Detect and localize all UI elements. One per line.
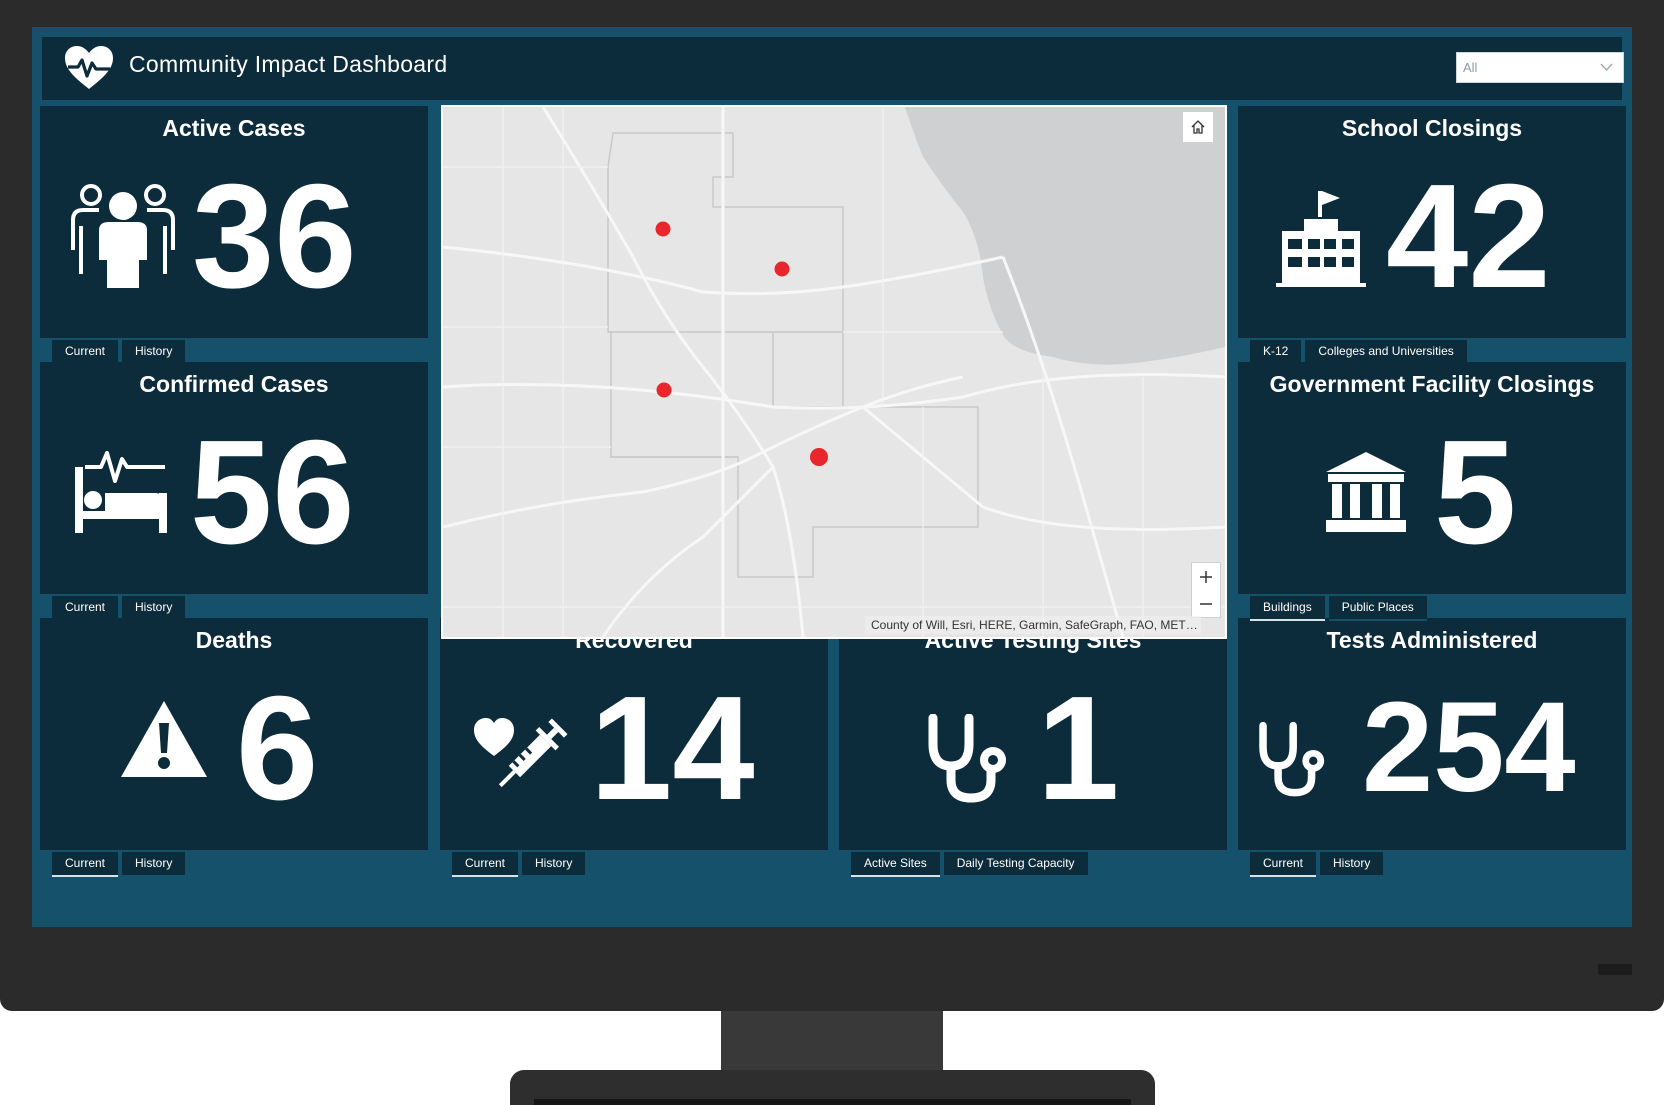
monitor-stand-neck <box>721 1011 943 1071</box>
map-view[interactable]: County of Will, Esri, HERE, Garmin, Safe… <box>441 105 1227 639</box>
tab-daily-testing-capacity[interactable]: Daily Testing Capacity <box>943 852 1088 877</box>
map-marker[interactable] <box>810 448 828 466</box>
deaths-tabs: Current History <box>52 852 189 878</box>
map-marker[interactable] <box>656 382 672 398</box>
deaths-title: Deaths <box>195 627 273 653</box>
map-attribution: County of Will, Esri, HERE, Garmin, Safe… <box>865 616 1201 634</box>
tests-administered-card: Tests Administered 254 <box>1238 618 1626 850</box>
tab-history[interactable]: History <box>122 852 186 877</box>
active-cases-card: Active Cases 36 <box>40 106 428 338</box>
active-testing-sites-value: 1 <box>1037 666 1120 831</box>
tab-current[interactable]: Current <box>1250 852 1317 877</box>
zoom-in-button[interactable] <box>1192 563 1220 590</box>
chevron-down-icon <box>1600 63 1613 71</box>
tab-history[interactable]: History <box>522 852 586 877</box>
zoom-controls <box>1191 562 1221 618</box>
stethoscope-icon <box>1259 721 1325 797</box>
map-marker[interactable] <box>655 221 671 237</box>
panel-active-testing-sites: Active Testing Sites 1 Active Sites Daily… <box>839 618 1227 890</box>
government-facility-closings-tabs: Buildings Public Places <box>1250 596 1431 622</box>
confirmed-cases-title: Confirmed Cases <box>139 371 329 397</box>
active-cases-title: Active Cases <box>162 115 306 141</box>
panel-deaths: Deaths 6 Current History <box>40 618 428 890</box>
active-cases-value: 36 <box>192 154 357 319</box>
filter-dropdown[interactable]: All <box>1456 52 1624 83</box>
tests-administered-tabs: Current History <box>1250 852 1387 878</box>
plus-icon <box>1200 570 1212 583</box>
recovered-value: 14 <box>590 666 755 831</box>
active-testing-sites-card: Active Testing Sites 1 <box>839 618 1227 850</box>
active-testing-sites-tabs: Active Sites Daily Testing Capacity <box>851 852 1092 878</box>
school-closings-value: 42 <box>1386 154 1551 319</box>
confirmed-cases-card: Confirmed Cases 56 <box>40 362 428 594</box>
school-closings-card: School Closings 42 <box>1238 106 1626 338</box>
recovered-card: Recovered 14 <box>440 618 828 850</box>
government-building-icon <box>1326 452 1406 532</box>
tab-active-sites[interactable]: Active Sites <box>851 852 940 877</box>
tests-administered-value: 254 <box>1362 676 1576 819</box>
government-facility-closings-title: Government Facility Closings <box>1269 371 1595 397</box>
dashboard-header: Community Impact Dashboard All <box>42 37 1624 100</box>
home-icon <box>1191 120 1205 134</box>
deaths-card: Deaths 6 <box>40 618 428 850</box>
map-marker[interactable] <box>774 261 790 277</box>
monitor-stand-base <box>510 1070 1155 1105</box>
hospital-bed-icon <box>75 451 167 533</box>
deaths-value: 6 <box>236 666 319 831</box>
panel-government-facility-closings: Government Facility Closings 5 Buildings… <box>1238 362 1626 634</box>
school-icon <box>1276 191 1366 287</box>
panel-tests-administered: Tests Administered 254 Current History <box>1238 618 1626 890</box>
stethoscope-icon <box>928 714 1006 803</box>
tab-public-places[interactable]: Public Places <box>1328 596 1427 621</box>
heart-syringe-icon <box>474 718 568 788</box>
basemap[interactable] <box>443 107 1225 637</box>
panel-school-closings: School Closings 42 K-12 Colleges and Uni… <box>1238 106 1626 378</box>
minus-icon <box>1200 602 1212 605</box>
panel-active-cases: Active Cases 36 Current History <box>40 106 428 378</box>
filter-selected-value: All <box>1463 60 1478 75</box>
recovered-tabs: Current History <box>452 852 589 878</box>
heart-pulse-icon <box>65 46 113 89</box>
confirmed-cases-value: 56 <box>190 410 355 575</box>
government-facility-closings-value: 5 <box>1434 410 1517 575</box>
zoom-out-button[interactable] <box>1192 590 1220 617</box>
tab-current[interactable]: Current <box>452 852 519 877</box>
tab-current[interactable]: Current <box>52 852 119 877</box>
tab-history[interactable]: History <box>1320 852 1384 877</box>
warning-icon <box>121 701 207 777</box>
people-icon <box>71 184 175 288</box>
panel-confirmed-cases: Confirmed Cases 56 Current History <box>40 362 428 634</box>
monitor-power-led <box>1598 964 1632 975</box>
government-facility-closings-card: Government Facility Closings 5 <box>1238 362 1626 594</box>
home-button[interactable] <box>1182 111 1214 143</box>
tab-buildings[interactable]: Buildings <box>1250 596 1325 621</box>
panel-recovered: Recovered 14 Current History <box>440 618 828 890</box>
dashboard-screen: Community Impact Dashboard All Active Ca… <box>32 27 1632 927</box>
dashboard-title: Community Impact Dashboard <box>129 51 448 77</box>
school-closings-title: School Closings <box>1341 115 1523 141</box>
